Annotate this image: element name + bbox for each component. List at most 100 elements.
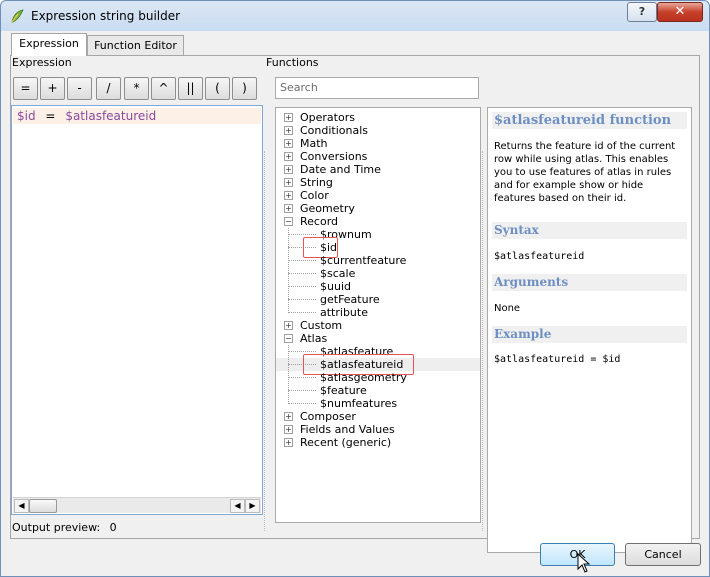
tree-item-label: String (300, 176, 333, 189)
help-example: $atlasfeatureid = $id (494, 354, 621, 365)
operator-divide-button[interactable]: / (96, 77, 121, 100)
function-search-input[interactable]: Search (275, 77, 479, 99)
output-preview-value: 0 (109, 521, 117, 534)
scroll-thumb[interactable] (29, 499, 57, 513)
tree-item-label: getFeature (320, 293, 380, 306)
help-example-heading: Example (492, 326, 687, 343)
help-syntax-heading: Syntax (492, 222, 687, 239)
tree-category[interactable]: + Geometry (276, 202, 480, 215)
operator-close-paren-button[interactable]: ) (232, 77, 257, 100)
tree-connector (288, 377, 316, 378)
scroll-right-icon[interactable]: ▶ (245, 499, 260, 513)
help-description: Returns the feature id of the current ro… (494, 141, 676, 204)
scroll-left-icon[interactable]: ◀ (14, 499, 29, 513)
splitter-handle[interactable] (264, 151, 269, 531)
tree-item-label: $currentfeature (320, 254, 407, 267)
tree-connector (288, 273, 316, 274)
title-bar[interactable]: Expression string builder ? ✕ (1, 1, 709, 31)
tree-category[interactable]: + Operators (276, 111, 480, 124)
operator-power-button[interactable]: ^ (151, 77, 176, 100)
tab-function-editor[interactable]: Function Editor (87, 35, 184, 56)
tree-function-item[interactable]: getFeature (276, 293, 480, 306)
tree-connector (288, 228, 289, 313)
tree-category[interactable]: + Conversions (276, 150, 480, 163)
tree-category[interactable]: + Conditionals (276, 124, 480, 137)
tree-item-label: $uuid (320, 280, 351, 293)
window-title: Expression string builder (31, 9, 181, 23)
tree-item-label: Fields and Values (300, 423, 395, 436)
search-placeholder: Search (280, 81, 318, 94)
tree-item-label: attribute (320, 306, 368, 319)
operator-plus-button[interactable]: + (40, 77, 65, 100)
tree-category[interactable]: + Recent (generic) (276, 436, 480, 449)
expand-icon[interactable]: + (284, 178, 293, 187)
close-button[interactable]: ✕ (657, 2, 703, 22)
tree-item-label: Conversions (300, 150, 368, 163)
operator-multiply-button[interactable]: * (124, 77, 149, 100)
tree-item-label: Color (300, 189, 329, 202)
tree-item-label: Atlas (300, 332, 328, 345)
editor-horizontal-scrollbar[interactable]: ◀ ◀ ▶ (13, 497, 261, 513)
tree-item-label: Operators (300, 111, 355, 124)
tree-category[interactable]: + String (276, 176, 480, 189)
tree-category[interactable]: + Composer (276, 410, 480, 423)
tree-category[interactable]: + Color (276, 189, 480, 202)
expand-icon[interactable]: + (284, 165, 293, 174)
tree-connector (288, 403, 316, 404)
expand-icon[interactable]: + (284, 204, 293, 213)
function-tree[interactable]: + Operators + Conditionals + Math + Conversions… (275, 107, 481, 523)
expand-icon[interactable]: + (284, 425, 293, 434)
tree-function-item[interactable]: $feature (276, 384, 480, 397)
operator-equals-button[interactable]: = (13, 77, 38, 100)
operator-concat-button[interactable]: || (178, 77, 203, 100)
collapse-icon[interactable]: − (284, 217, 293, 226)
tree-category[interactable]: − Atlas (276, 332, 480, 345)
tree-function-item[interactable]: $uuid (276, 280, 480, 293)
expression-label: Expression (12, 56, 72, 69)
tree-function-item[interactable]: $atlasgeometry (276, 371, 480, 384)
help-button[interactable]: ? (627, 2, 657, 22)
expand-icon[interactable]: + (284, 126, 293, 135)
tree-item-label: $scale (320, 267, 356, 280)
tree-item-label: Recent (generic) (300, 436, 392, 449)
tree-category[interactable]: + Math (276, 137, 480, 150)
tree-category[interactable]: − Record (276, 215, 480, 228)
cancel-button[interactable]: Cancel (625, 543, 701, 566)
tree-function-item[interactable]: $currentfeature (276, 254, 480, 267)
tree-connector (288, 260, 316, 261)
dialog-client: Expression Function Editor Expression Fu… (2, 31, 708, 575)
tree-connector (288, 312, 316, 313)
expand-icon[interactable]: + (284, 152, 293, 161)
help-arguments: None (494, 303, 521, 314)
scroll-left-icon[interactable]: ◀ (230, 499, 245, 513)
tree-item-label: Composer (300, 410, 356, 423)
expression-line[interactable]: $id = $atlasfeatureid (13, 108, 261, 124)
tree-connector (288, 351, 316, 352)
expand-icon[interactable]: + (284, 412, 293, 421)
tree-item-label: Record (300, 215, 339, 228)
tree-category[interactable]: + Fields and Values (276, 423, 480, 436)
expand-icon[interactable]: + (284, 113, 293, 122)
expression-variable-id: $id (17, 109, 36, 123)
expand-icon[interactable]: + (284, 191, 293, 200)
tree-function-item[interactable]: $scale (276, 267, 480, 280)
tab-expression[interactable]: Expression (11, 33, 87, 56)
tree-category[interactable]: + Custom (276, 319, 480, 332)
expand-icon[interactable]: + (284, 438, 293, 447)
help-syntax: $atlasfeatureid (494, 251, 585, 262)
operator-minus-button[interactable]: - (67, 77, 92, 100)
output-preview: Output preview: 0 (12, 521, 117, 534)
operator-open-paren-button[interactable]: ( (205, 77, 230, 100)
tree-connector (288, 286, 316, 287)
expression-operator: = (45, 109, 56, 123)
tree-item-label: Custom (300, 319, 343, 332)
tree-function-item[interactable]: $numfeatures (276, 397, 480, 410)
tree-function-item[interactable]: attribute (276, 306, 480, 319)
expression-editor[interactable]: $id = $atlasfeatureid ◀ ◀ ▶ (11, 105, 263, 515)
expand-icon[interactable]: + (284, 321, 293, 330)
collapse-icon[interactable]: − (284, 334, 293, 343)
tree-connector (288, 390, 316, 391)
tree-category[interactable]: + Date and Time (276, 163, 480, 176)
qgis-leaf-icon (11, 9, 24, 23)
expand-icon[interactable]: + (284, 139, 293, 148)
